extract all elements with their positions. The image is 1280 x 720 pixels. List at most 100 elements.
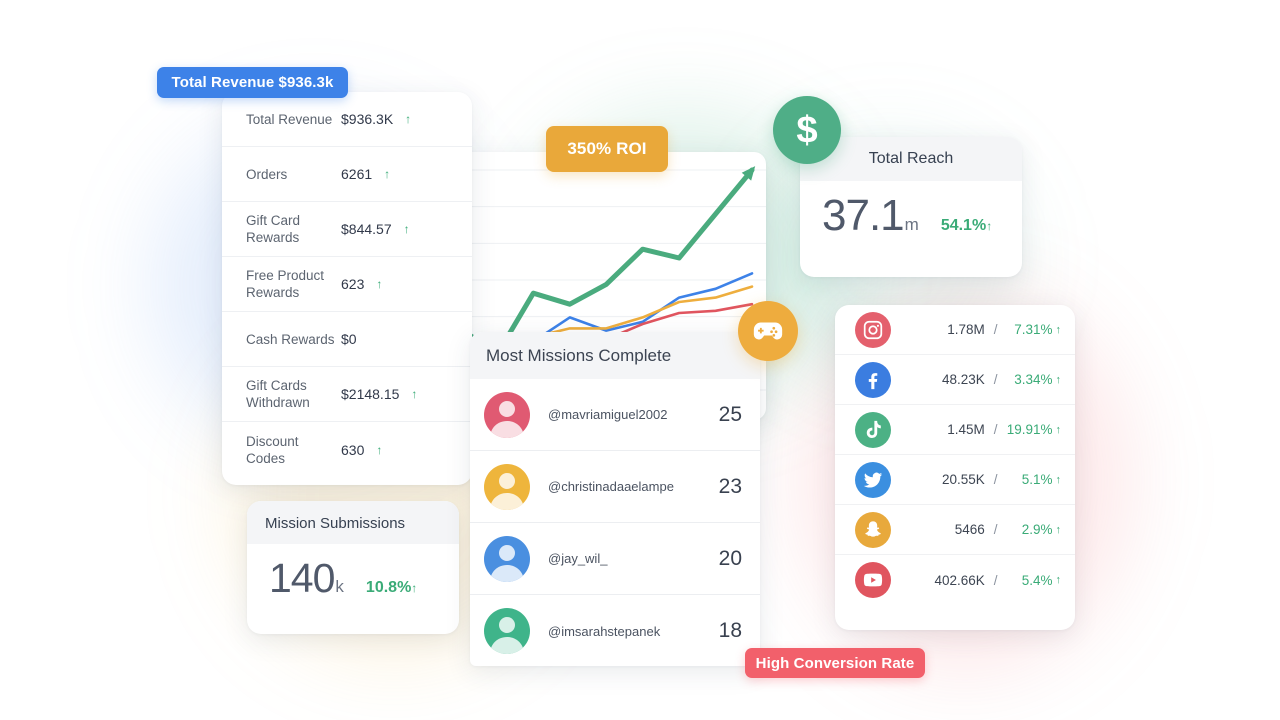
metric-row: Discount Codes 630 ↑ xyxy=(222,422,472,477)
mission-count: 18 xyxy=(718,619,742,642)
metric-label: Discount Codes xyxy=(246,433,299,466)
metric-row: Free Product Rewards 623 ↑ xyxy=(222,257,472,312)
metrics-row-list: Total Revenue $936.3K ↑ Orders 6261 ↑ Gift Car… xyxy=(222,92,472,477)
mission-list-item[interactable]: @mavriamiguel2002 25 xyxy=(470,379,760,451)
total-reach-value: 37.1 xyxy=(822,191,905,240)
metric-value: $2148.15 xyxy=(341,386,400,402)
mission-count: 25 xyxy=(718,402,742,426)
snapchat-icon xyxy=(855,511,891,548)
social-metrics: 48.23K / 3.34% ↑ xyxy=(891,372,1061,387)
social-reach-card: 1.78M/7.31% ↑ 48.23K/3.34% ↑ 1.45M/19.91% ↑ 20… xyxy=(835,305,1075,630)
facebook-icon xyxy=(855,361,891,398)
metric-row: Total Revenue $936.3K ↑ xyxy=(222,92,472,147)
youtube-icon xyxy=(855,562,891,598)
trend-up-arrow-icon: ↑ xyxy=(376,277,383,291)
total-reach-percent: 54.1% xyxy=(940,217,987,234)
mission-submissions-card: Mission Submissions 140 k 10.8%↑ xyxy=(247,501,459,634)
metric-row: Orders 6261 ↑ xyxy=(222,147,472,202)
social-row-instagram[interactable]: 1.78M / 7.31% ↑ xyxy=(835,305,1075,355)
avatar xyxy=(484,608,530,654)
mission-list-item[interactable]: @christinadaaelampe 23 xyxy=(470,451,760,523)
metric-value: $0 xyxy=(341,331,357,347)
trend-up-arrow-icon: ↑ xyxy=(405,112,412,126)
metric-label: Gift Cards Withdrawn xyxy=(246,378,310,410)
social-percent-value: 7.31% xyxy=(1014,322,1053,337)
trend-up-arrow-icon: ↑ xyxy=(411,581,418,595)
metric-value: $844.57 xyxy=(341,221,392,237)
metric-value: $936.3K xyxy=(341,111,394,127)
social-percent-value: 3.34% xyxy=(1014,372,1053,387)
trend-up-arrow-icon: ↑ xyxy=(1055,323,1062,336)
total-reach-suffix: m xyxy=(904,215,919,234)
social-row-facebook[interactable]: 48.23K / 3.34% ↑ xyxy=(835,355,1075,405)
mission-submissions-stat: 140 k 10.8%↑ xyxy=(247,544,459,599)
mission-submissions-title: Mission Submissions xyxy=(247,501,459,544)
avatar xyxy=(484,463,530,510)
social-percent-value: 2.9% xyxy=(1021,522,1053,537)
social-separator: / xyxy=(993,372,998,387)
svg-text:$: $ xyxy=(796,109,817,151)
trend-up-arrow-icon: ↑ xyxy=(1055,574,1062,586)
missions-row-list: @mavriamiguel2002 25 @christinadaaelampe 23… xyxy=(470,379,760,666)
social-reach-value: 5466 xyxy=(954,522,985,537)
social-metrics: 20.55K / 5.1% ↑ xyxy=(891,472,1061,487)
metric-value: 623 xyxy=(341,276,365,292)
social-percent-value: 5.4% xyxy=(1021,572,1053,588)
trend-up-arrow-icon: ↑ xyxy=(376,442,383,457)
trend-up-arrow-icon: ↑ xyxy=(411,387,418,401)
social-separator: / xyxy=(993,522,998,537)
mission-count: 23 xyxy=(718,474,742,498)
avatar xyxy=(484,391,530,438)
social-metrics: 1.45M / 19.91% ↑ xyxy=(891,422,1061,437)
mission-username: @jay_wil_ xyxy=(548,551,608,566)
social-separator: / xyxy=(993,472,998,487)
trend-up-arrow-icon: ↑ xyxy=(1055,523,1062,536)
metric-label: Total Revenue xyxy=(246,111,333,127)
mission-list-item[interactable]: @imsarahstepanek 18 xyxy=(470,595,760,666)
metric-row: Gift Card Rewards $844.57 ↑ xyxy=(222,202,472,257)
social-separator: / xyxy=(993,572,998,588)
trend-up-arrow-icon: ↑ xyxy=(384,167,391,181)
badge-high-conversion-rate[interactable]: High Conversion Rate xyxy=(745,648,925,678)
social-reach-value: 48.23K xyxy=(941,372,985,387)
metric-label: Gift Card Rewards xyxy=(246,213,301,245)
social-percent-value: 19.91% xyxy=(1006,422,1053,437)
mission-submissions-value: 140 xyxy=(269,555,335,601)
metric-row: Gift Cards Withdrawn $2148.15 ↑ xyxy=(222,367,472,422)
social-separator: / xyxy=(993,322,998,337)
badge-roi[interactable]: 350% ROI xyxy=(546,126,668,172)
metric-value: 6261 xyxy=(341,166,373,182)
most-missions-title: Most Missions Complete xyxy=(470,332,760,379)
dollar-sign-icon: $ xyxy=(773,96,841,164)
social-percent-value: 5.1% xyxy=(1021,472,1053,487)
social-row-snapchat[interactable]: 5466 / 2.9% ↑ xyxy=(835,505,1075,555)
trend-up-arrow-icon: ↑ xyxy=(1055,473,1062,486)
mission-username: @imsarahstepanek xyxy=(548,623,661,639)
mission-username: @mavriamiguel2002 xyxy=(548,407,668,422)
trend-up-arrow-icon: ↑ xyxy=(403,222,410,236)
social-row-tiktok[interactable]: 1.45M / 19.91% ↑ xyxy=(835,405,1075,455)
most-missions-complete-card: Most Missions Complete @mavriamiguel2002… xyxy=(470,332,760,666)
social-reach-value: 20.55K xyxy=(941,472,985,487)
social-metrics: 402.66K / 5.4% ↑ xyxy=(891,573,1061,588)
trend-up-arrow-icon: ↑ xyxy=(986,219,993,233)
mission-count: 20 xyxy=(718,546,742,570)
social-reach-value: 1.45M xyxy=(947,422,985,437)
social-row-youtube[interactable]: 402.66K / 5.4% ↑ xyxy=(835,555,1075,605)
badge-total-revenue[interactable]: Total Revenue $936.3k xyxy=(157,67,348,98)
social-row-list: 1.78M/7.31% ↑ 48.23K/3.34% ↑ 1.45M/19.91% ↑ 20… xyxy=(835,305,1075,605)
mission-username: @christinadaaelampe xyxy=(548,479,674,494)
social-row-twitter[interactable]: 20.55K / 5.1% ↑ xyxy=(835,455,1075,505)
mission-submissions-percent: 10.8% xyxy=(365,579,412,596)
metric-label: Orders xyxy=(246,166,288,182)
metric-row: Cash Rewards $0 xyxy=(222,312,472,367)
instagram-icon xyxy=(855,311,891,348)
social-reach-value: 402.66K xyxy=(934,572,985,588)
trend-up-arrow-icon: ↑ xyxy=(1055,373,1062,386)
twitter-icon xyxy=(855,461,891,498)
revenue-metrics-card: Total Revenue $936.3K ↑ Orders 6261 ↑ Gift Car… xyxy=(222,92,472,485)
mission-submissions-suffix: k xyxy=(335,577,344,596)
mission-submissions-change: 10.8%↑ xyxy=(366,579,417,597)
mission-list-item[interactable]: @jay_wil_ 20 xyxy=(470,523,760,595)
total-reach-card: Total Reach 37.1 m 54.1%↑ xyxy=(800,137,1022,277)
